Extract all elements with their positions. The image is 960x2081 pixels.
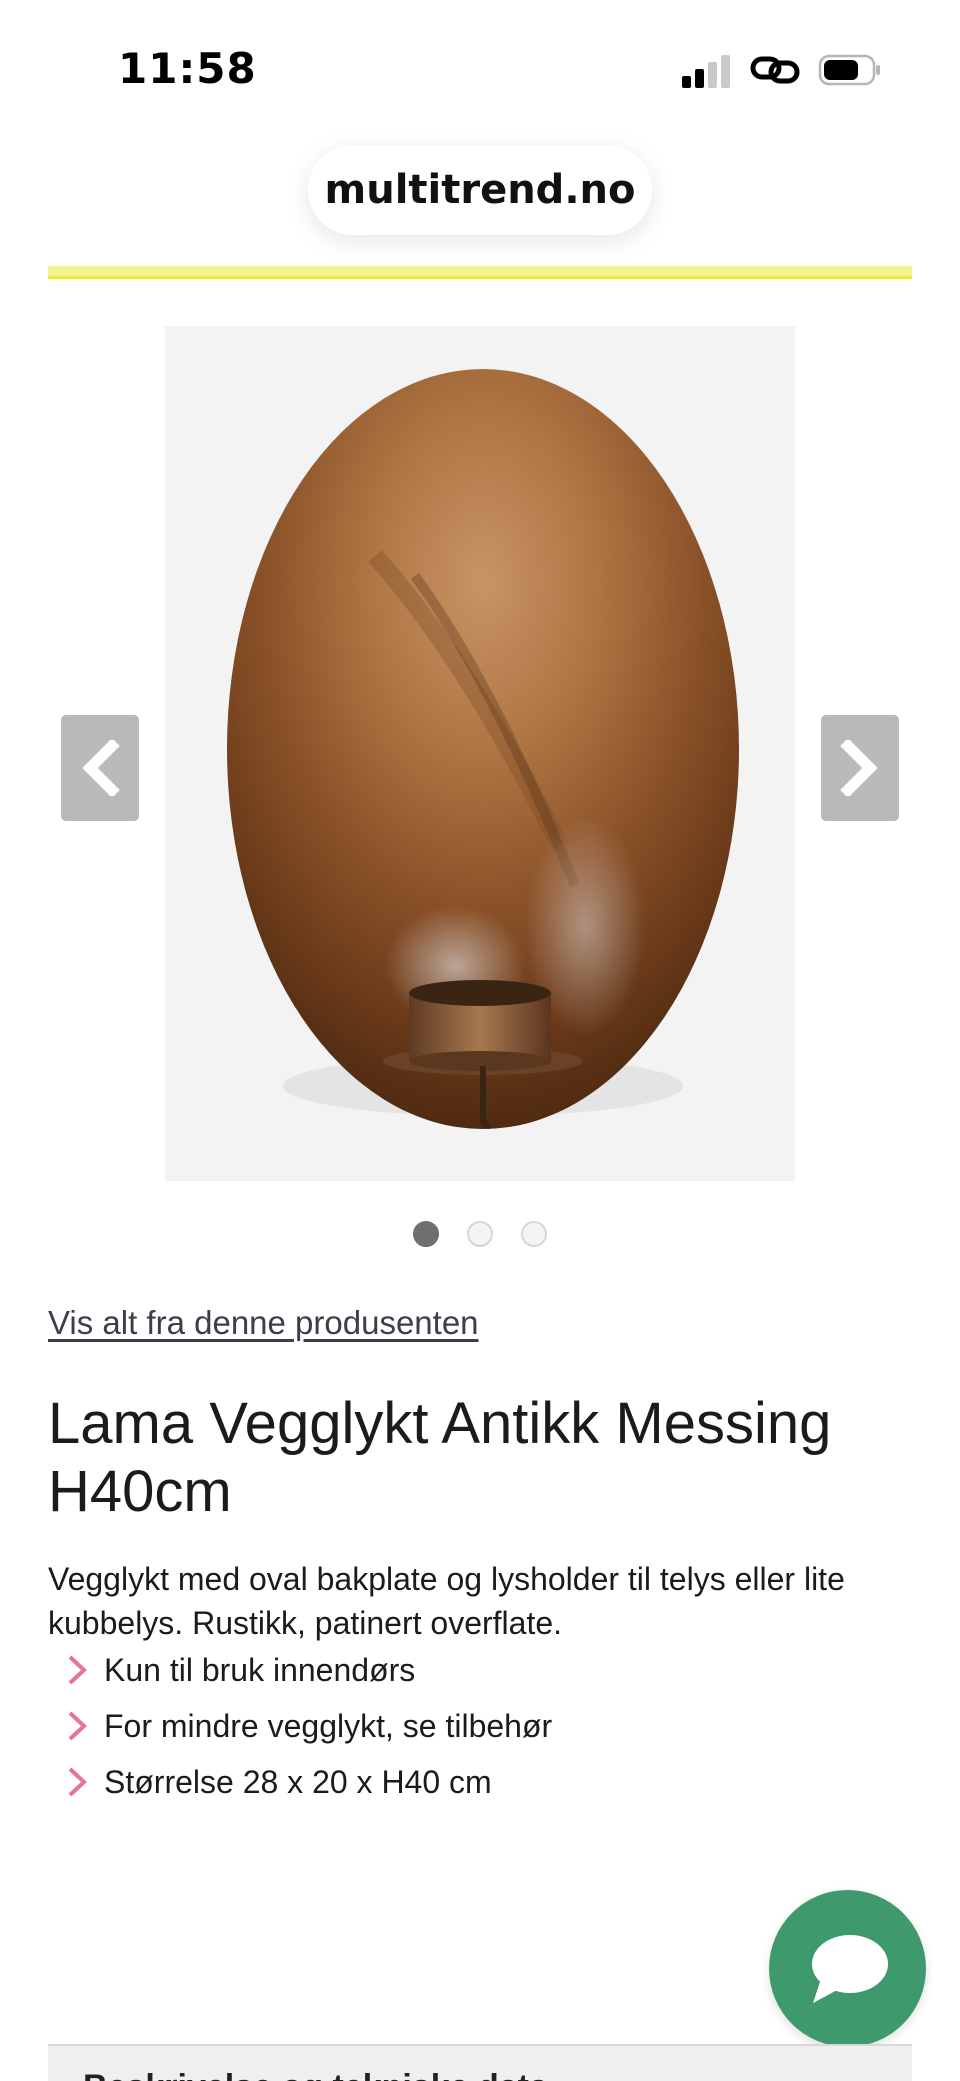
carousel-next-button[interactable] bbox=[821, 715, 899, 821]
status-time: 11:58 bbox=[118, 44, 257, 93]
carousel-dot-2[interactable] bbox=[467, 1221, 493, 1247]
product-page: 11:58 multitrend.no Vis alt fra denne pr… bbox=[0, 0, 960, 2081]
link-icon bbox=[750, 56, 800, 84]
signal-icon bbox=[682, 54, 732, 88]
battery-icon bbox=[818, 54, 880, 86]
chat-button[interactable] bbox=[769, 1890, 926, 2047]
feature-text: For mindre vegglykt, se tilbehør bbox=[104, 1707, 553, 1744]
carousel-dot-1[interactable] bbox=[413, 1221, 439, 1247]
chevron-right-icon bbox=[68, 1711, 87, 1741]
chat-bubble-icon bbox=[811, 1934, 888, 2003]
carousel-dots bbox=[0, 1221, 960, 1251]
product-title: Lama Vegglykt Antikk Messing H40cm bbox=[48, 1391, 832, 1524]
chevron-left-icon bbox=[82, 740, 120, 796]
feature-text: Størrelse 28 x 20 x H40 cm bbox=[104, 1763, 492, 1800]
product-description: Vegglykt med oval bakplate og lysholder … bbox=[48, 1561, 845, 1641]
carousel-prev-button[interactable] bbox=[61, 715, 139, 821]
description-accordion[interactable]: Beskrivelse og tekniske data bbox=[48, 2044, 912, 2081]
feature-text: Kun til bruk innendørs bbox=[104, 1651, 416, 1688]
product-image[interactable] bbox=[165, 326, 795, 1181]
status-bar: 11:58 bbox=[0, 0, 960, 140]
chevron-right-icon bbox=[68, 1655, 87, 1685]
chevron-right-icon bbox=[840, 740, 878, 796]
feature-item: For mindre vegglykt, se tilbehør bbox=[48, 1698, 918, 1754]
wall-sconce-illustration bbox=[227, 369, 739, 1129]
header-accent-line bbox=[48, 266, 912, 279]
feature-item: Størrelse 28 x 20 x H40 cm bbox=[48, 1754, 918, 1810]
accordion-heading: Beskrivelse og tekniske data bbox=[83, 2068, 548, 2081]
address-bar[interactable]: multitrend.no bbox=[308, 145, 652, 235]
chevron-right-icon bbox=[68, 1767, 87, 1797]
feature-item: Kun til bruk innendørs bbox=[48, 1642, 918, 1698]
carousel-dot-3[interactable] bbox=[521, 1221, 547, 1247]
vendor-link[interactable]: Vis alt fra denne produsenten bbox=[48, 1304, 479, 1342]
feature-list: Kun til bruk innendørs For mindre veggly… bbox=[48, 1642, 918, 1810]
